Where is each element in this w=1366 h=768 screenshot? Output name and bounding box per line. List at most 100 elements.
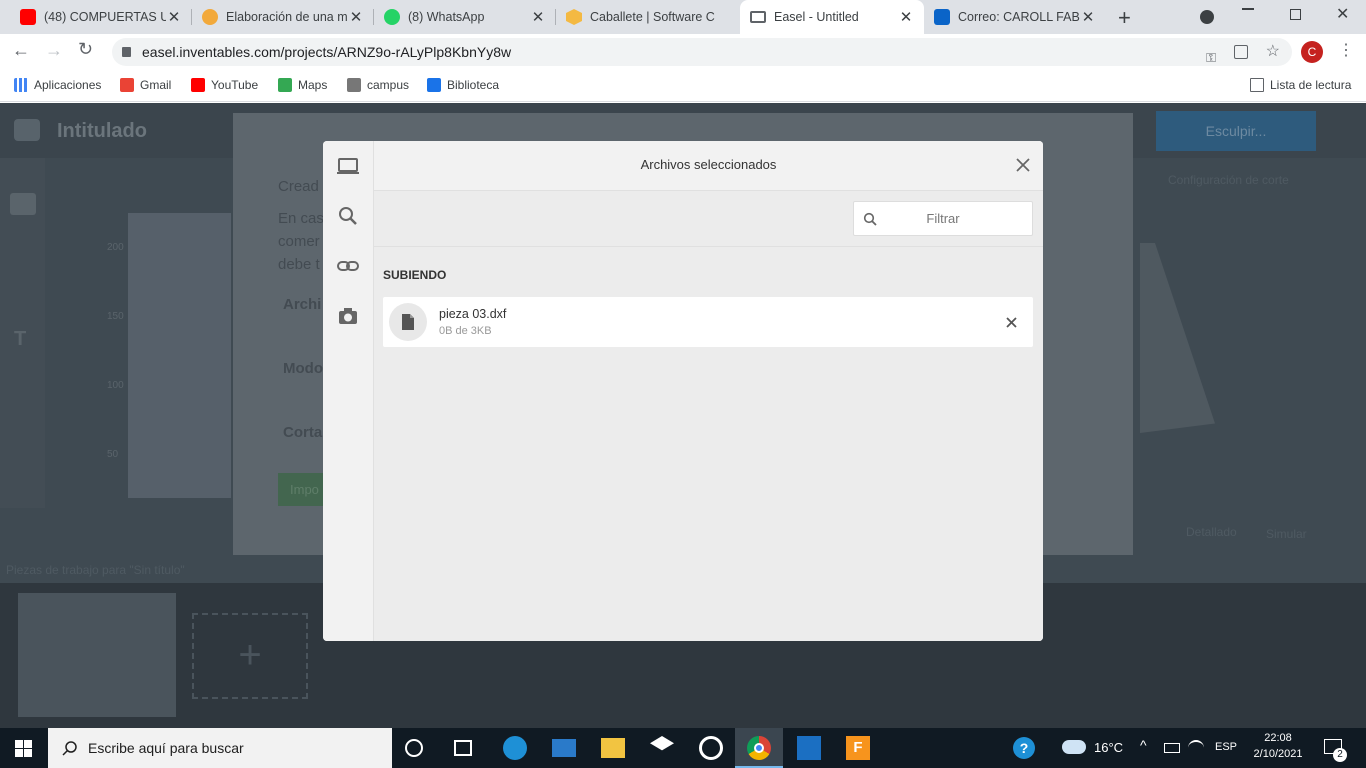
simulate-button: Simular [1266, 527, 1307, 541]
tab-search-icon[interactable] [1200, 10, 1214, 24]
outlook-icon [934, 9, 950, 25]
filter-bar: Filtrar [374, 191, 1043, 247]
edge-icon[interactable] [503, 736, 527, 760]
address-bar[interactable]: easel.inventables.com/projects/ARNZ9o-rA… [112, 38, 1292, 66]
modal-label: Archi [283, 296, 322, 313]
file-icon-wrap [389, 303, 427, 341]
language-indicator[interactable]: ESP [1215, 741, 1237, 753]
whatsapp-icon [384, 9, 400, 25]
reload-icon[interactable]: ↻ [78, 39, 93, 60]
section-heading: SUBIENDO [383, 268, 447, 282]
import-button: Impo [278, 473, 323, 506]
time: 22:08 [1264, 732, 1292, 744]
translate-icon[interactable] [1234, 45, 1248, 59]
battery-icon[interactable] [1164, 743, 1180, 753]
bookmark-campus[interactable]: campus [347, 78, 409, 92]
easel-logo-icon [14, 119, 40, 141]
file-explorer-icon[interactable] [601, 738, 625, 758]
windows-start-icon[interactable] [15, 740, 32, 757]
wifi-icon[interactable] [1188, 740, 1204, 756]
browser-toolbar: ← → ↻ easel.inventables.com/projects/ARN… [0, 34, 1366, 70]
profile-avatar[interactable]: C [1301, 41, 1323, 63]
detailed-label: Detallado [1186, 525, 1237, 539]
menu-icon[interactable]: ⋮ [1338, 40, 1354, 60]
lock-icon [122, 47, 131, 57]
close-window-icon[interactable]: ✕ [1336, 4, 1349, 24]
restore-icon[interactable] [1290, 9, 1301, 20]
upload-list: SUBIENDO pieza 03.dxf 0B de 3KB [374, 247, 1043, 641]
text-tool-icon: T [14, 328, 27, 350]
campus-icon [347, 78, 361, 92]
cortana-icon[interactable] [405, 739, 423, 757]
fusion-icon[interactable]: F [846, 736, 870, 760]
task-view-icon[interactable] [454, 740, 472, 756]
weather-temp[interactable]: 16°C [1094, 740, 1123, 755]
bookmarks-bar: Aplicaciones Gmail YouTube Maps campus B… [0, 70, 1366, 102]
dropbox-icon[interactable] [650, 736, 674, 751]
bookmark-maps[interactable]: Maps [278, 78, 327, 92]
tab-strip: (48) COMPUERTAS UN ✕ Elaboración de una … [0, 0, 1366, 34]
close-tab-icon[interactable]: ✕ [1080, 8, 1096, 26]
photos-icon[interactable] [797, 736, 821, 760]
chevron-up-icon[interactable]: ^ [1140, 737, 1147, 753]
search-icon [62, 741, 77, 756]
remove-file-icon[interactable] [1006, 317, 1017, 328]
back-icon[interactable]: ← [12, 40, 30, 61]
bookmark-biblioteca[interactable]: Biblioteca [427, 78, 499, 92]
dialog-main: Archivos seleccionados Filtrar SUBIENDO [374, 141, 1043, 641]
browser-tab[interactable]: Elaboración de una m ✕ [192, 0, 374, 34]
youtube-icon [191, 78, 205, 92]
browser-tab-active[interactable]: Easel - Untitled ✕ [740, 0, 924, 34]
camera-icon[interactable] [336, 304, 360, 328]
y-axis-ticks: 200 150 100 50 [107, 242, 124, 460]
dialog-header: Archivos seleccionados [374, 141, 1043, 191]
browser-tab[interactable]: (48) COMPUERTAS UN ✕ [10, 0, 192, 34]
link-icon[interactable] [336, 254, 360, 278]
browser-tab[interactable]: (8) WhatsApp ✕ [374, 0, 556, 34]
bookmark-star-icon[interactable]: ☆ [1266, 38, 1280, 66]
reading-list[interactable]: Lista de lectura [1250, 78, 1351, 92]
close-tab-icon[interactable]: ✕ [348, 8, 364, 26]
close-tab-icon[interactable]: ✕ [530, 8, 546, 26]
hexagon-icon [566, 9, 582, 25]
notification-badge: 2 [1333, 748, 1347, 762]
minimize-icon[interactable] [1242, 8, 1254, 10]
taskbar-search[interactable]: Escribe aquí para buscar [48, 728, 392, 768]
workpieces-label: Piezas de trabajo para "Sin título" [6, 563, 185, 577]
workpiece-thumb [18, 593, 176, 717]
chrome-taskbar-button[interactable] [735, 728, 783, 768]
modal-text: En cas [278, 210, 324, 227]
modal-text: Cread [278, 178, 319, 195]
computer-icon[interactable] [336, 154, 360, 178]
clock[interactable]: 22:08 2/10/2021 [1250, 732, 1306, 760]
close-icon[interactable] [1015, 157, 1031, 173]
new-tab-button[interactable]: + [1118, 5, 1131, 31]
mail-icon[interactable] [552, 739, 576, 757]
browser-tab[interactable]: Correo: CAROLL FABIO ✕ [924, 0, 1106, 34]
modal-label: Corta [283, 424, 323, 441]
file-item: pieza 03.dxf 0B de 3KB [383, 297, 1033, 347]
dialog-title: Archivos seleccionados [640, 157, 777, 172]
close-tab-icon[interactable]: ✕ [898, 8, 914, 26]
bookmark-youtube[interactable]: YouTube [191, 78, 258, 92]
forward-icon[interactable]: → [45, 40, 63, 61]
reading-list-icon [1250, 78, 1264, 92]
cloud-icon [1062, 740, 1086, 754]
project-title: Intitulado [57, 120, 147, 142]
bookmark-apps[interactable]: Aplicaciones [14, 78, 101, 92]
source-nav [323, 141, 374, 641]
search-icon[interactable] [336, 204, 360, 228]
add-workpiece-button: + [192, 613, 308, 699]
key-icon[interactable]: ⚿ [1206, 44, 1216, 72]
filter-input[interactable]: Filtrar [853, 201, 1033, 236]
preview-3d [1140, 243, 1215, 433]
close-tab-icon[interactable]: ✕ [166, 8, 182, 26]
browser-tab[interactable]: Caballete | Software C [556, 0, 738, 34]
help-icon[interactable]: ? [1013, 737, 1035, 759]
apps-grid-icon [14, 78, 28, 92]
youtube-icon [20, 9, 36, 25]
worker-icon [202, 9, 218, 25]
app-icon[interactable] [699, 736, 723, 760]
bookmark-gmail[interactable]: Gmail [120, 78, 171, 92]
modal-text: comer [278, 233, 320, 250]
